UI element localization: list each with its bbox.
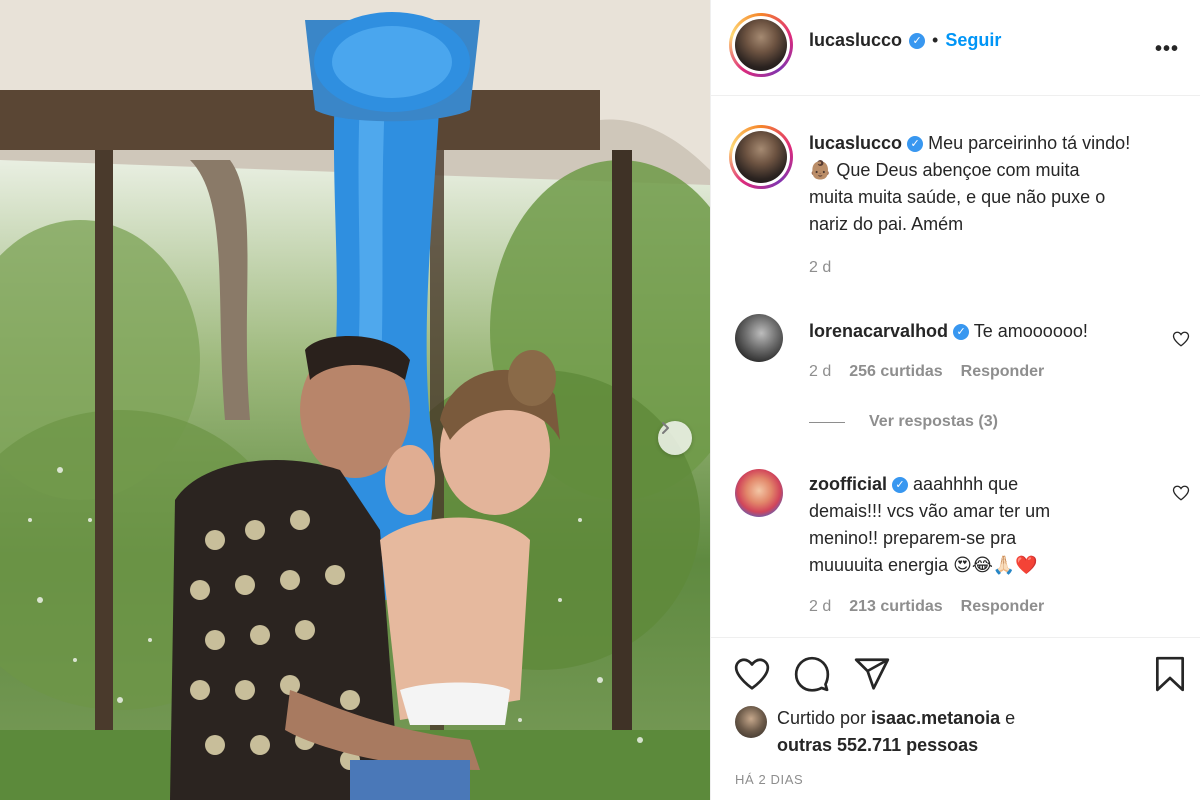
separator-dot: • <box>932 30 939 50</box>
comment: lorenacarvalhod ✓ Te amoooooo! <box>809 318 1169 345</box>
verified-badge-icon: ✓ <box>892 477 909 494</box>
liker-avatar[interactable] <box>735 706 767 738</box>
caption-text-line1: Meu parceirinho tá vindo! <box>928 133 1131 153</box>
reply-button[interactable]: Responder <box>961 363 1045 381</box>
likes-count[interactable]: outras 552.711 pessoas <box>777 732 978 759</box>
verified-badge-icon: ✓ <box>909 32 926 49</box>
comment-likes[interactable]: 256 curtidas <box>849 363 942 381</box>
view-replies[interactable]: Ver respostas (3) <box>809 413 998 431</box>
post-side-panel: lucaslucco ✓ • Seguir ••• lucaslucco ✓ M… <box>710 0 1200 800</box>
comment-text-line2: demais!!! vcs vão amar ter um <box>809 501 1051 521</box>
post-photo[interactable] <box>0 0 710 800</box>
liked-by-line: Curtido por isaac.metanoia e <box>777 705 1015 732</box>
more-options-button[interactable]: ••• <box>1155 38 1179 61</box>
author-username[interactable]: lucaslucco <box>809 30 902 51</box>
view-replies-label[interactable]: Ver respostas (3) <box>869 413 998 431</box>
post-actions: Curtido por isaac.metanoia e outras 552.… <box>711 637 1200 800</box>
share-icon[interactable] <box>853 655 891 693</box>
baby-emoji: 👶🏽 <box>809 160 832 180</box>
post-date[interactable]: HÁ 2 DIAS <box>735 772 803 787</box>
caption-username[interactable]: lucaslucco <box>809 133 902 153</box>
reply-button[interactable]: Responder <box>961 598 1045 616</box>
comment-time: 2 d <box>809 598 832 615</box>
comment-text-line1: aaahhhh que <box>913 474 1019 494</box>
comment-meta: 2 d 256 curtidas Responder <box>809 363 1044 381</box>
commenter-avatar[interactable] <box>735 314 783 362</box>
comment-likes[interactable]: 213 curtidas <box>849 598 942 616</box>
next-photo-button[interactable] <box>658 421 692 455</box>
post-header: lucaslucco ✓ • Seguir ••• <box>711 0 1200 96</box>
liked-by-user[interactable]: isaac.metanoia <box>871 708 1000 728</box>
comment-text-line3: menino!! preparem-se pra <box>809 528 1017 548</box>
header-info: lucaslucco ✓ • Seguir <box>809 30 1001 51</box>
comment-text: Te amoooooo! <box>973 321 1088 341</box>
comment-time: 2 d <box>809 363 832 380</box>
caption-text-line3: muita muita saúde, e que não puxe o <box>809 187 1106 207</box>
bookmark-icon[interactable] <box>1151 655 1189 693</box>
likes-others[interactable]: outras 552.711 pessoas <box>777 735 978 755</box>
liked-by-prefix: Curtido por <box>777 708 872 728</box>
gender-reveal-photo-illustration <box>0 0 710 800</box>
caption-text-line4: nariz do pai. Amém <box>809 214 964 234</box>
comment: zoofficial ✓ aaahhhh que demais!!! vcs v… <box>809 471 1159 579</box>
follow-button[interactable]: Seguir <box>945 30 1001 51</box>
commenter-avatar[interactable] <box>735 469 783 517</box>
comment-meta: 2 d 213 curtidas Responder <box>809 598 1044 616</box>
liked-by-connector: e <box>1000 708 1016 728</box>
comment-like-heart-icon[interactable] <box>1172 330 1190 348</box>
verified-badge-icon: ✓ <box>907 136 924 153</box>
author-avatar[interactable] <box>729 13 793 77</box>
comment-username[interactable]: lorenacarvalhod <box>809 321 948 341</box>
comment-username[interactable]: zoofficial <box>809 474 887 494</box>
caption-avatar[interactable] <box>729 125 793 189</box>
comment-icon[interactable] <box>793 655 831 693</box>
heart-icon[interactable] <box>733 655 771 693</box>
replies-divider-line <box>809 421 845 423</box>
verified-badge-icon: ✓ <box>953 324 970 341</box>
chevron-right-icon <box>662 422 669 434</box>
comment-text-line4: muuuuita energia 😍😂🙏🏻❤️ <box>809 555 1038 575</box>
caption-text-line2: Que Deus abençoe com muita <box>831 160 1080 180</box>
comment-like-heart-icon[interactable] <box>1172 484 1190 502</box>
caption: lucaslucco ✓ Meu parceirinho tá vindo! 👶… <box>809 130 1194 238</box>
caption-time: 2 d <box>809 259 832 276</box>
